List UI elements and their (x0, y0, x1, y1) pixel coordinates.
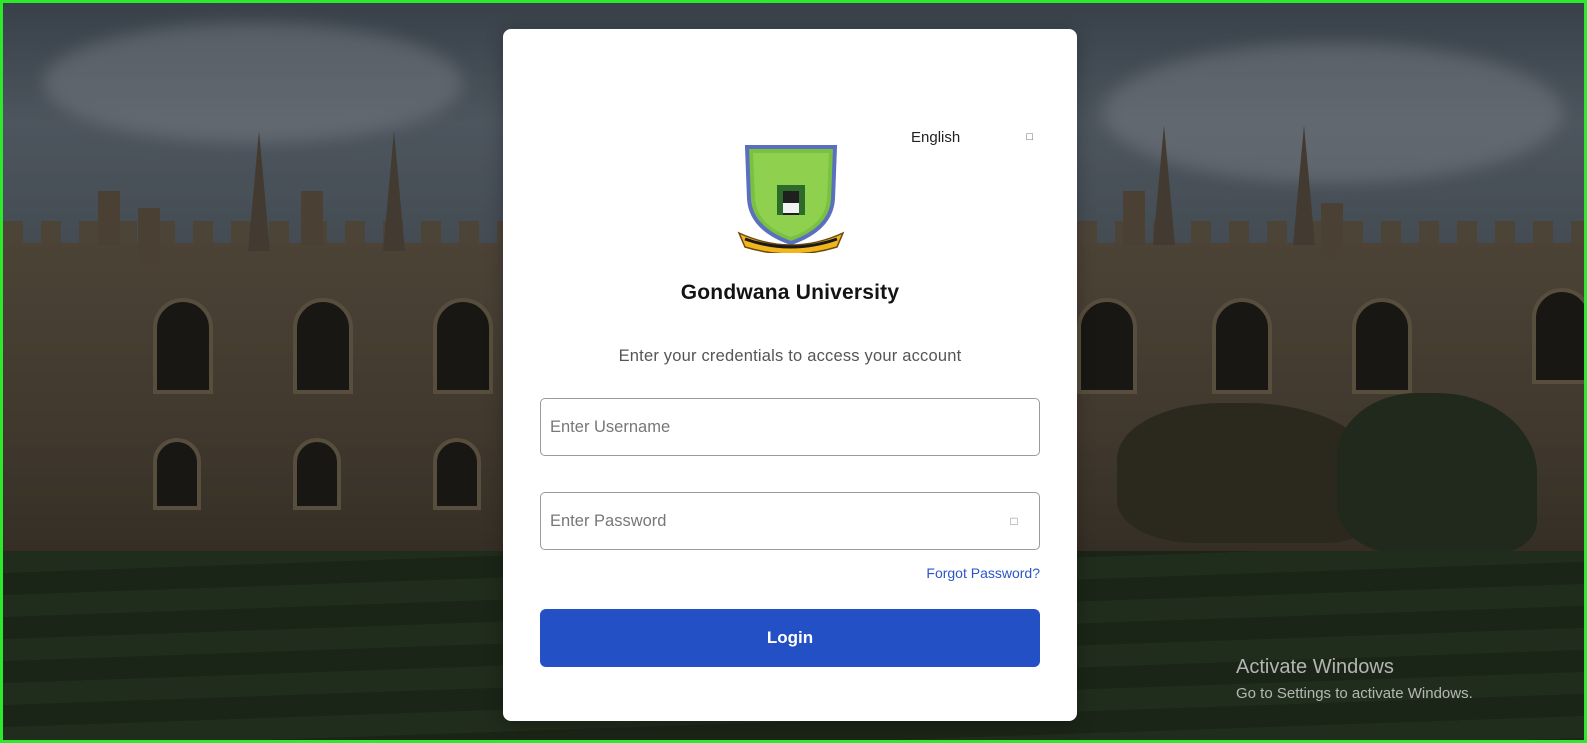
show-password-icon[interactable]: □ (999, 514, 1029, 528)
university-crest-logo (737, 145, 845, 253)
login-button[interactable]: Login (540, 609, 1040, 667)
watermark-title: Activate Windows (1236, 656, 1394, 678)
chevron-down-icon: □ (1026, 131, 1033, 143)
login-card: English □ Gondwana University Enter your… (503, 29, 1077, 721)
screen-frame: English □ Gondwana University Enter your… (0, 0, 1587, 743)
username-input[interactable] (541, 399, 1039, 455)
windows-activation-watermark: Activate Windows Go to Settings to activ… (1236, 656, 1473, 702)
university-name: Gondwana University (680, 281, 900, 304)
password-field[interactable]: □ (540, 492, 1040, 550)
language-label: English (911, 128, 961, 146)
password-input[interactable] (541, 493, 999, 549)
login-subtitle: Enter your credentials to access your ac… (618, 347, 962, 365)
watermark-subtitle: Go to Settings to activate Windows. (1236, 685, 1473, 702)
language-selector[interactable]: English □ (911, 125, 1041, 149)
username-field[interactable] (540, 398, 1040, 456)
forgot-password-link[interactable]: Forgot Password? (926, 565, 1040, 581)
